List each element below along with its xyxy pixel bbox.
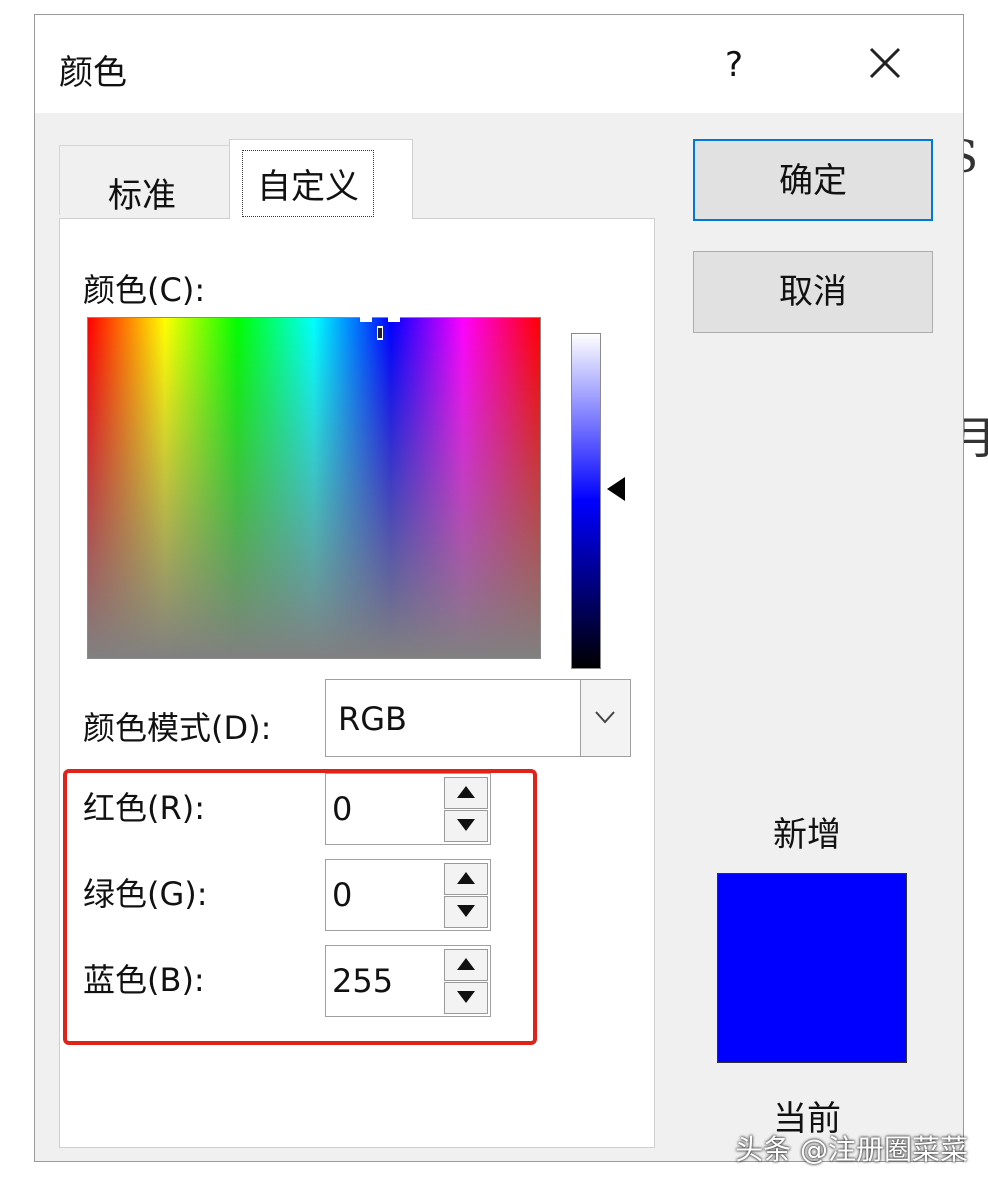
colors-label: 颜色(C): [83,271,206,309]
help-button[interactable]: ? [725,45,743,85]
triangle-down-icon [457,819,475,831]
blue-label: 蓝色(B): [83,961,205,999]
tab-label: 自定义 [242,150,374,217]
green-label: 绿色(G): [83,875,208,913]
tab-custom[interactable]: 自定义 [229,139,413,219]
color-mode-label: 颜色模式(D): [83,709,272,747]
dialog-title: 颜色 [59,53,127,93]
close-button[interactable] [863,41,907,85]
dropdown-button[interactable] [580,680,630,756]
triangle-down-icon [457,905,475,917]
new-color-swatch [717,873,907,1063]
red-increment-button[interactable] [444,777,488,809]
blue-value: 255 [332,962,394,1000]
green-value: 0 [332,876,353,914]
green-decrement-button[interactable] [444,896,488,928]
color-dialog: 颜色 ? 标准 自定义 颜色(C): 颜色模式(D): RGB 红色(R): 0… [34,14,964,1162]
cancel-button[interactable]: 取消 [693,251,933,333]
green-spinbox[interactable]: 0 [325,859,491,931]
blue-decrement-button[interactable] [444,982,488,1014]
chevron-down-icon [595,711,615,724]
blue-increment-button[interactable] [444,949,488,981]
triangle-down-icon [457,991,475,1003]
triangle-up-icon [457,786,475,798]
close-icon [869,47,901,79]
red-decrement-button[interactable] [444,810,488,842]
new-color-label: 新增 [773,815,841,855]
red-value: 0 [332,790,353,828]
tab-label: 标准 [108,176,176,216]
crosshair-icon [360,316,400,340]
red-label: 红色(R): [83,789,205,827]
color-mode-select[interactable]: RGB [325,679,631,757]
color-mode-value: RGB [338,700,407,738]
color-spectrum[interactable] [87,316,541,659]
triangle-up-icon [457,958,475,970]
luminance-pointer-icon[interactable] [607,477,625,501]
blue-spinbox[interactable]: 255 [325,945,491,1017]
tab-standard[interactable]: 标准 [59,145,229,216]
luminance-slider[interactable] [571,333,601,669]
ok-button[interactable]: 确定 [693,139,933,221]
triangle-up-icon [457,872,475,884]
red-spinbox[interactable]: 0 [325,773,491,845]
watermark: 头条 @注册圈菜菜 [735,1133,968,1166]
green-increment-button[interactable] [444,863,488,895]
title-bar: 颜色 ? [35,15,963,113]
